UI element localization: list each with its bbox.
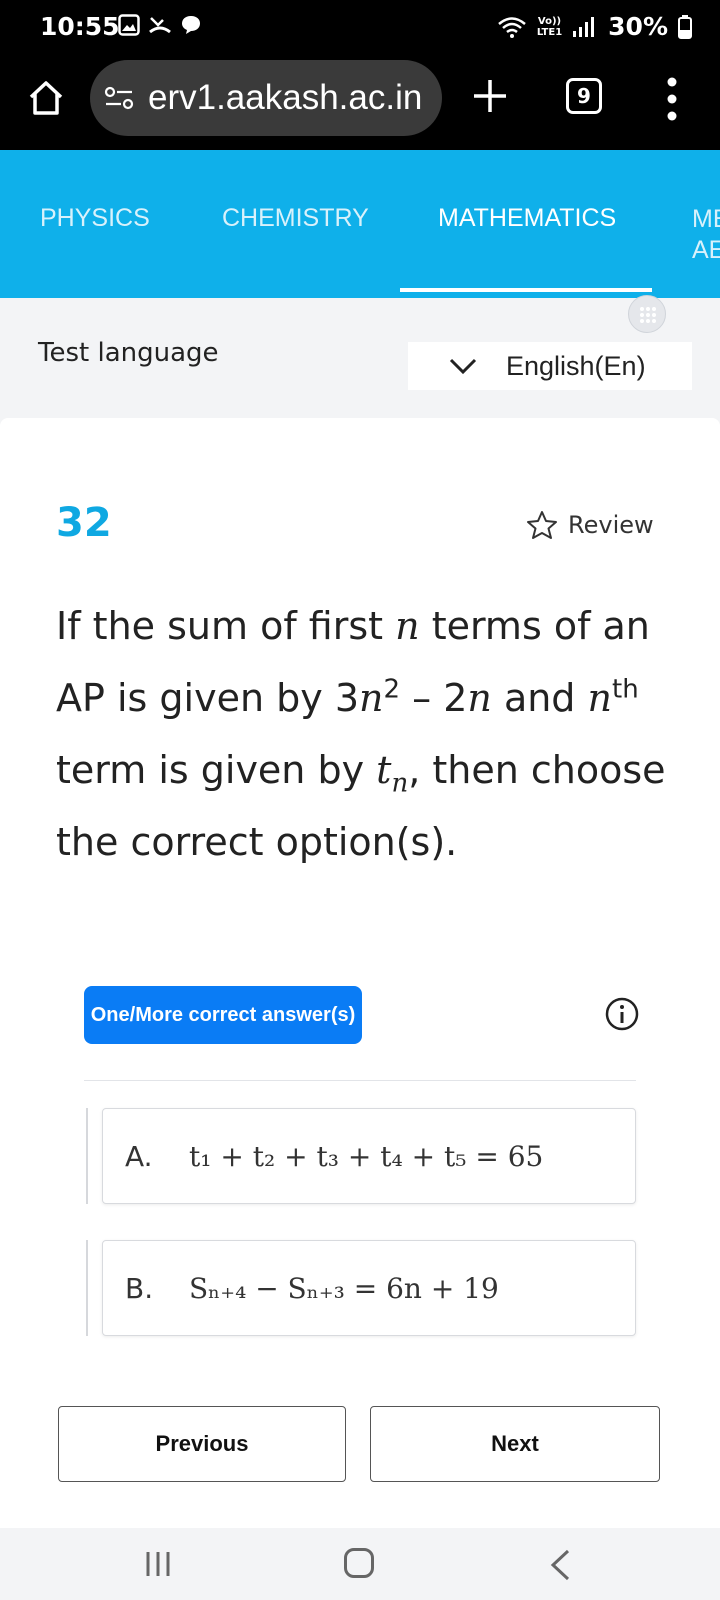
lte-indicator: Vo)) LTE1 <box>536 15 563 38</box>
address-bar[interactable]: erv1.aakash.ac.in <box>90 60 442 136</box>
signal-icon <box>573 16 595 37</box>
question-palette-button[interactable] <box>628 295 666 333</box>
language-dropdown[interactable]: English(En) <box>408 342 692 390</box>
home-nav-icon[interactable] <box>344 1548 374 1578</box>
info-icon[interactable] <box>604 996 640 1032</box>
home-icon[interactable] <box>26 78 66 118</box>
star-icon <box>527 511 557 539</box>
new-tab-icon[interactable] <box>468 74 512 118</box>
next-button[interactable]: Next <box>370 1406 660 1482</box>
option-b[interactable]: B. Sₙ₊₄ − Sₙ₊₃ = 6n + 19 <box>102 1240 636 1336</box>
more-menu-icon[interactable] <box>662 74 682 124</box>
status-right: Vo)) LTE1 30% <box>497 12 692 41</box>
option-text: Sₙ₊₄ − Sₙ₊₃ = 6n + 19 <box>189 1271 499 1305</box>
option-text: t₁ + t₂ + t₃ + t₄ + t₅ = 65 <box>189 1139 544 1173</box>
system-navigation-bar <box>0 1528 720 1600</box>
question-number: 32 <box>56 500 112 546</box>
battery-percent: 30% <box>608 12 668 41</box>
browser-toolbar: erv1.aakash.ac.in 9 <box>0 52 720 150</box>
status-time: 10:55 <box>40 12 120 41</box>
option-a[interactable]: A. t₁ + t₂ + t₃ + t₄ + t₅ = 65 <box>102 1108 636 1204</box>
language-value: English(En) <box>506 350 646 381</box>
battery-icon <box>678 14 692 39</box>
tab-mathematics[interactable]: MATHEMATICS <box>438 204 616 233</box>
back-icon[interactable] <box>548 1548 572 1582</box>
notification-icons <box>118 14 202 36</box>
option-b-rail <box>86 1240 88 1336</box>
previous-button[interactable]: Previous <box>58 1406 346 1482</box>
recent-apps-icon[interactable] <box>142 1548 174 1580</box>
active-tab-indicator <box>400 288 652 292</box>
question-card: 32 Review If the sum of first n terms of… <box>0 418 720 1528</box>
answer-type-badge: One/More correct answer(s) <box>84 986 362 1044</box>
review-label: Review <box>568 511 654 539</box>
url-text[interactable]: erv1.aakash.ac.in <box>148 78 422 118</box>
review-button[interactable]: Review <box>526 510 654 540</box>
option-a-rail <box>86 1108 88 1204</box>
test-language-label: Test language <box>38 338 219 368</box>
divider <box>84 1080 636 1081</box>
missed-call-icon <box>149 17 171 34</box>
tab-physics[interactable]: PHYSICS <box>40 204 150 233</box>
status-bar: 10:55 Vo)) LTE1 30% <box>0 0 720 52</box>
wifi-icon <box>498 16 526 38</box>
option-letter: B. <box>125 1271 154 1305</box>
site-settings-icon[interactable] <box>104 86 134 110</box>
grid-icon <box>640 307 656 323</box>
tab-more-truncated[interactable]: MEAE <box>692 204 720 266</box>
tab-switcher-button[interactable]: 9 <box>566 78 602 114</box>
gallery-icon <box>118 14 140 36</box>
subject-tabs: PHYSICS CHEMISTRY MATHEMATICS MEAE <box>0 150 720 298</box>
question-text: If the sum of first n terms of an AP is … <box>56 604 666 864</box>
tab-chemistry[interactable]: CHEMISTRY <box>222 204 369 233</box>
option-letter: A. <box>125 1139 153 1173</box>
chat-icon <box>182 16 200 34</box>
chevron-down-icon <box>449 358 477 375</box>
